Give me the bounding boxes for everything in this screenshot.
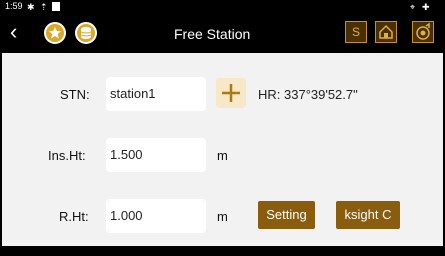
status-time: 1:59 [5,1,23,11]
r-ht-input[interactable]: 1.000 [106,199,206,233]
s-button[interactable]: S [345,21,367,43]
database-icon [80,27,92,39]
target-icon [416,22,430,40]
top-bar: ‹ Free Station S [2,14,443,53]
plus-icon [222,84,240,102]
gear-icon: ✱ [27,2,35,12]
stn-input[interactable]: station1 [106,77,206,111]
ins-ht-label: Ins.Ht: [48,148,86,163]
backsight-check-button[interactable]: ksight C [336,201,400,229]
favorite-star-button[interactable] [44,22,66,44]
data-layers-button[interactable] [75,22,97,44]
bottom-bar [2,246,443,256]
r-ht-label: R.Ht: [59,209,89,224]
target-button[interactable] [412,21,434,43]
home-button[interactable] [375,21,397,43]
wifi-icon: ✚ [422,2,430,12]
hr-readout: HR: 337°39'52.7" [258,87,358,102]
r-ht-unit: m [217,209,228,224]
star-icon [49,27,61,39]
ins-ht-unit: m [217,148,228,163]
upload-icon: ⇡ [40,2,48,12]
add-station-button[interactable] [216,78,246,108]
back-icon[interactable]: ‹ [10,21,30,43]
setting-button[interactable]: Setting [258,201,315,229]
location-icon: ⌖ [410,2,416,12]
status-bar: 1:59 ✱ ⇡ ⌖ ✚ [2,0,443,14]
app-screen: 1:59 ✱ ⇡ ⌖ ✚ ‹ Free Station S STN: stati… [2,0,443,256]
ins-ht-input[interactable]: 1.500 [106,138,206,172]
home-icon [379,24,393,39]
notification-square-icon [52,2,60,11]
stn-label: STN: [60,87,90,102]
page-title: Free Station [174,26,251,42]
